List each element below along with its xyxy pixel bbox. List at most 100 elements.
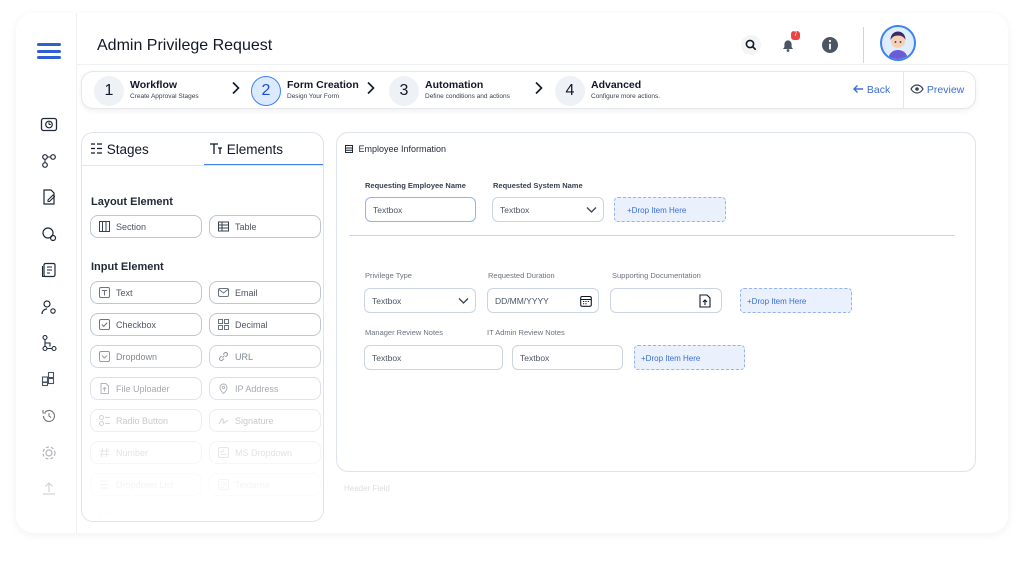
tab-stages[interactable]: Stages <box>90 142 149 157</box>
chevron-down-icon <box>458 298 469 304</box>
element-table[interactable]: Table <box>209 215 321 238</box>
element-email[interactable]: Email <box>209 281 321 304</box>
field-label: Privilege Type <box>365 271 412 280</box>
element-section[interactable]: Section <box>90 215 202 238</box>
element-dropdown[interactable]: Dropdown <box>90 345 202 368</box>
search-icon[interactable] <box>741 35 761 55</box>
element-ms-dropdown[interactable]: MS Dropdown <box>209 441 321 464</box>
element-label: Location <box>235 512 270 522</box>
privilege-type-select[interactable]: Textbox <box>364 288 476 313</box>
field-label: Supporting Documentation <box>612 271 701 280</box>
decimal-icon <box>218 319 229 330</box>
info-icon[interactable] <box>820 35 840 55</box>
tab-elements[interactable]: Elements <box>209 142 283 157</box>
drop-label: +Drop Item Here <box>641 354 701 363</box>
requested-duration-date-picker[interactable]: DD/MM/YYYY <box>487 288 599 313</box>
element-label: Signature <box>235 416 274 426</box>
element-label: Text <box>116 288 133 298</box>
field-value: Textbox <box>372 353 402 363</box>
section-header[interactable]: Employee Information <box>345 144 446 154</box>
step-number: 2 <box>251 76 281 106</box>
element-label: Textarea <box>235 480 270 490</box>
stepper-divider <box>903 72 904 108</box>
map-pin-icon <box>219 511 228 521</box>
dashboard-icon[interactable] <box>40 116 58 134</box>
field-value: Textbox <box>520 353 550 363</box>
location-pin-icon <box>219 383 228 394</box>
element-file-uploader[interactable]: File Uploader <box>90 377 202 400</box>
step-workflow[interactable]: 1 Workflow Create Approval Stages <box>94 76 219 106</box>
field-value: Textbox <box>500 205 530 215</box>
element-number[interactable]: Number <box>90 441 202 464</box>
apps-icon[interactable] <box>40 370 58 388</box>
step-title: Automation <box>425 79 484 91</box>
element-date-picker[interactable]: Date Picker <box>90 505 202 521</box>
page-title: Admin Privilege Request <box>97 37 273 54</box>
element-ip-address[interactable]: IP Address <box>209 377 321 400</box>
element-label: Decimal <box>235 320 268 330</box>
section-icon <box>345 145 353 153</box>
supporting-documentation-upload[interactable] <box>610 288 722 313</box>
drop-zone[interactable]: +Drop Item Here <box>614 197 726 222</box>
file-upload-icon <box>100 383 109 394</box>
panel-tabs: Stages Elements <box>82 133 323 166</box>
it-admin-review-notes-field[interactable]: Textbox <box>512 345 623 370</box>
tab-stages-label: Stages <box>106 142 149 157</box>
step-automation[interactable]: 3 Automation Define conditions and actio… <box>389 76 529 106</box>
step-form-creation[interactable]: 2 Form Creation Design Your Form <box>251 76 366 106</box>
element-dropdown-list[interactable]: Dropdown List <box>90 473 202 496</box>
list-icon <box>100 480 109 489</box>
drop-label: +Drop Item Here <box>627 206 687 215</box>
preview-button[interactable]: Preview <box>910 84 964 96</box>
chevron-down-icon <box>586 207 597 213</box>
user-avatar-icon <box>888 31 908 59</box>
layout-element-heading: Layout Element <box>91 196 173 208</box>
section-divider <box>349 235 955 236</box>
textarea-icon <box>218 479 229 490</box>
chevron-right-icon <box>535 81 543 95</box>
element-label: URL <box>235 352 254 362</box>
menu-icon[interactable] <box>37 43 61 59</box>
text-format-icon <box>210 143 222 154</box>
documents-icon[interactable] <box>40 261 58 279</box>
step-advanced[interactable]: 4 Advanced Configure more actions. <box>555 76 675 106</box>
avatar[interactable] <box>880 25 916 61</box>
drop-zone[interactable]: +Drop Item Here <box>634 345 745 370</box>
text-icon <box>99 287 110 298</box>
tab-divider <box>82 165 323 166</box>
requesting-employee-name-field[interactable]: Textbox <box>365 197 476 222</box>
checkbox-icon <box>99 319 110 330</box>
form-edit-icon[interactable] <box>40 188 58 206</box>
users-settings-icon[interactable] <box>40 298 58 316</box>
workflow-icon[interactable] <box>40 152 58 170</box>
element-checkbox[interactable]: Checkbox <box>90 313 202 336</box>
element-url[interactable]: URL <box>209 345 321 368</box>
element-decimal[interactable]: Decimal <box>209 313 321 336</box>
element-signature[interactable]: Signature <box>209 409 321 432</box>
element-radio-button[interactable]: Radio Button <box>90 409 202 432</box>
step-title: Form Creation <box>287 79 359 91</box>
drop-zone[interactable]: +Drop Item Here <box>740 288 852 313</box>
element-location[interactable]: Location <box>209 505 321 522</box>
notification-badge: 7 <box>791 31 800 40</box>
element-label: Dropdown List <box>116 480 174 490</box>
elements-panel: Stages Elements Layout Element Section T… <box>81 132 324 522</box>
section-title: Employee Information <box>358 144 447 154</box>
number-icon <box>100 447 109 458</box>
gear-icon[interactable] <box>40 444 58 462</box>
step-title: Workflow <box>130 79 178 91</box>
element-textarea[interactable]: Textarea <box>209 473 321 496</box>
settings-gear-icon[interactable] <box>40 225 58 243</box>
manager-review-notes-field[interactable]: Textbox <box>364 345 503 370</box>
requested-system-name-select[interactable]: Textbox <box>492 197 604 222</box>
file-upload-icon <box>699 294 711 308</box>
back-button[interactable]: Back <box>852 84 890 96</box>
field-value: Textbox <box>372 296 402 306</box>
flow-icon[interactable] <box>40 334 58 352</box>
upload-icon[interactable] <box>40 480 58 498</box>
history-icon[interactable] <box>40 407 58 425</box>
eye-icon <box>910 84 924 94</box>
element-text[interactable]: Text <box>90 281 202 304</box>
element-label: Radio Button <box>116 416 169 426</box>
top-bar: Admin Privilege Request <box>77 13 1008 65</box>
